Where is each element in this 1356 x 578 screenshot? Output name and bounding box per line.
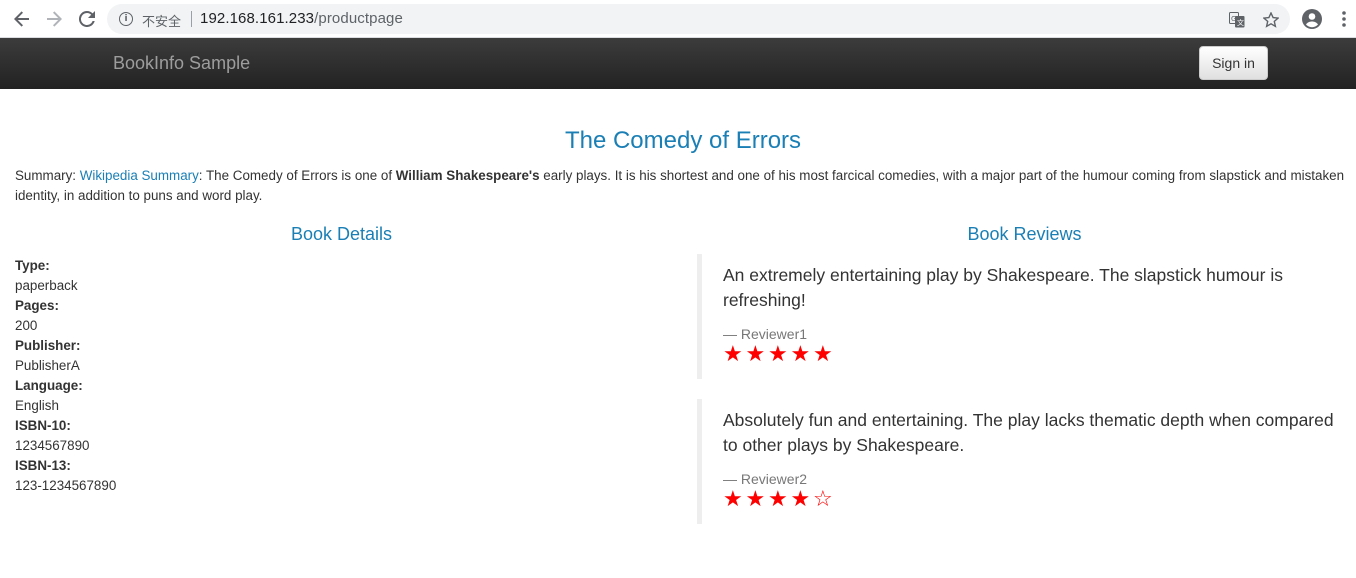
svg-text:G: G xyxy=(1231,15,1236,23)
url-text[interactable]: 192.168.161.233/productpage xyxy=(200,10,403,27)
reviewer-name: — Reviewer2 xyxy=(723,471,808,487)
type-label: Type: xyxy=(15,258,50,273)
book-details-heading: Book Details xyxy=(290,224,393,244)
book-details-list: Type: paperback Pages: 200 Publisher: Pu… xyxy=(15,256,116,496)
sign-in-button[interactable]: Sign in xyxy=(1199,46,1268,80)
isbn10-value: 1234567890 xyxy=(15,438,90,453)
book-reviews-heading: Book Reviews xyxy=(967,224,1082,244)
browser-toolbar: i 不安全 192.168.161.233/productpage G文 xyxy=(0,0,1356,38)
translate-icon[interactable]: G文 xyxy=(1228,11,1246,29)
svg-text:文: 文 xyxy=(1237,18,1244,27)
insecure-label: 不安全 xyxy=(142,14,182,29)
star-filled-icon: ★ xyxy=(790,487,811,512)
product-summary: Summary: Wikipedia Summary: The Comedy o… xyxy=(15,166,1350,206)
publisher-label: Publisher: xyxy=(15,338,81,353)
url-host: 192.168.161.233 xyxy=(200,10,315,27)
star-empty-icon: ☆ xyxy=(813,487,833,512)
page-title: The Comedy of Errors xyxy=(564,127,802,154)
account-icon[interactable] xyxy=(1301,8,1323,30)
star-filled-icon: ★ xyxy=(813,342,833,367)
type-value: paperback xyxy=(15,278,78,293)
navbar: BookInfo Sample Sign in xyxy=(0,38,1356,89)
summary-prefix: Summary: xyxy=(15,168,80,183)
forward-icon[interactable] xyxy=(42,7,66,31)
reviewer-name: — Reviewer1 xyxy=(723,326,808,342)
reload-icon[interactable] xyxy=(75,7,99,31)
star-filled-icon: ★ xyxy=(768,342,788,367)
isbn13-label: ISBN-13: xyxy=(15,458,71,473)
summary-text-1: : The Comedy of Errors is one of xyxy=(198,168,396,183)
pages-label: Pages: xyxy=(15,298,59,313)
pages-value: 200 xyxy=(15,318,38,333)
star-filled-icon: ★ xyxy=(768,487,788,512)
brand-link[interactable]: BookInfo Sample xyxy=(113,53,250,74)
star-filled-icon: ★ xyxy=(745,342,766,367)
address-bar[interactable]: i 不安全 192.168.161.233/productpage G文 xyxy=(107,4,1290,34)
divider xyxy=(191,11,192,27)
isbn10-label: ISBN-10: xyxy=(15,418,71,433)
bookmark-star-icon[interactable] xyxy=(1262,11,1280,29)
summary-bold: William Shakespeare's xyxy=(395,168,540,183)
back-icon[interactable] xyxy=(10,7,34,31)
review-text: An extremely entertaining play by Shakes… xyxy=(723,265,1283,310)
menu-icon[interactable] xyxy=(1333,8,1355,30)
publisher-value: PublisherA xyxy=(15,358,80,373)
info-icon[interactable]: i xyxy=(119,12,133,26)
star-filled-icon: ★ xyxy=(790,342,811,367)
star-filled-icon: ★ xyxy=(745,487,766,512)
star-rating: ★ ★ ★ ★ ☆ xyxy=(723,487,1337,512)
language-value: English xyxy=(15,398,59,413)
wikipedia-summary-link[interactable]: Wikipedia Summary xyxy=(80,168,199,183)
review-2: Absolutely fun and entertaining. The pla… xyxy=(697,399,1337,524)
language-label: Language: xyxy=(15,378,83,393)
isbn13-value: 123-1234567890 xyxy=(15,478,117,493)
star-filled-icon: ★ xyxy=(723,342,743,367)
review-1: An extremely entertaining play by Shakes… xyxy=(697,254,1337,379)
star-rating: ★ ★ ★ ★ ★ xyxy=(723,342,1337,367)
review-text: Absolutely fun and entertaining. The pla… xyxy=(723,410,1334,455)
star-filled-icon: ★ xyxy=(723,487,743,512)
url-path: /productpage xyxy=(314,10,403,27)
